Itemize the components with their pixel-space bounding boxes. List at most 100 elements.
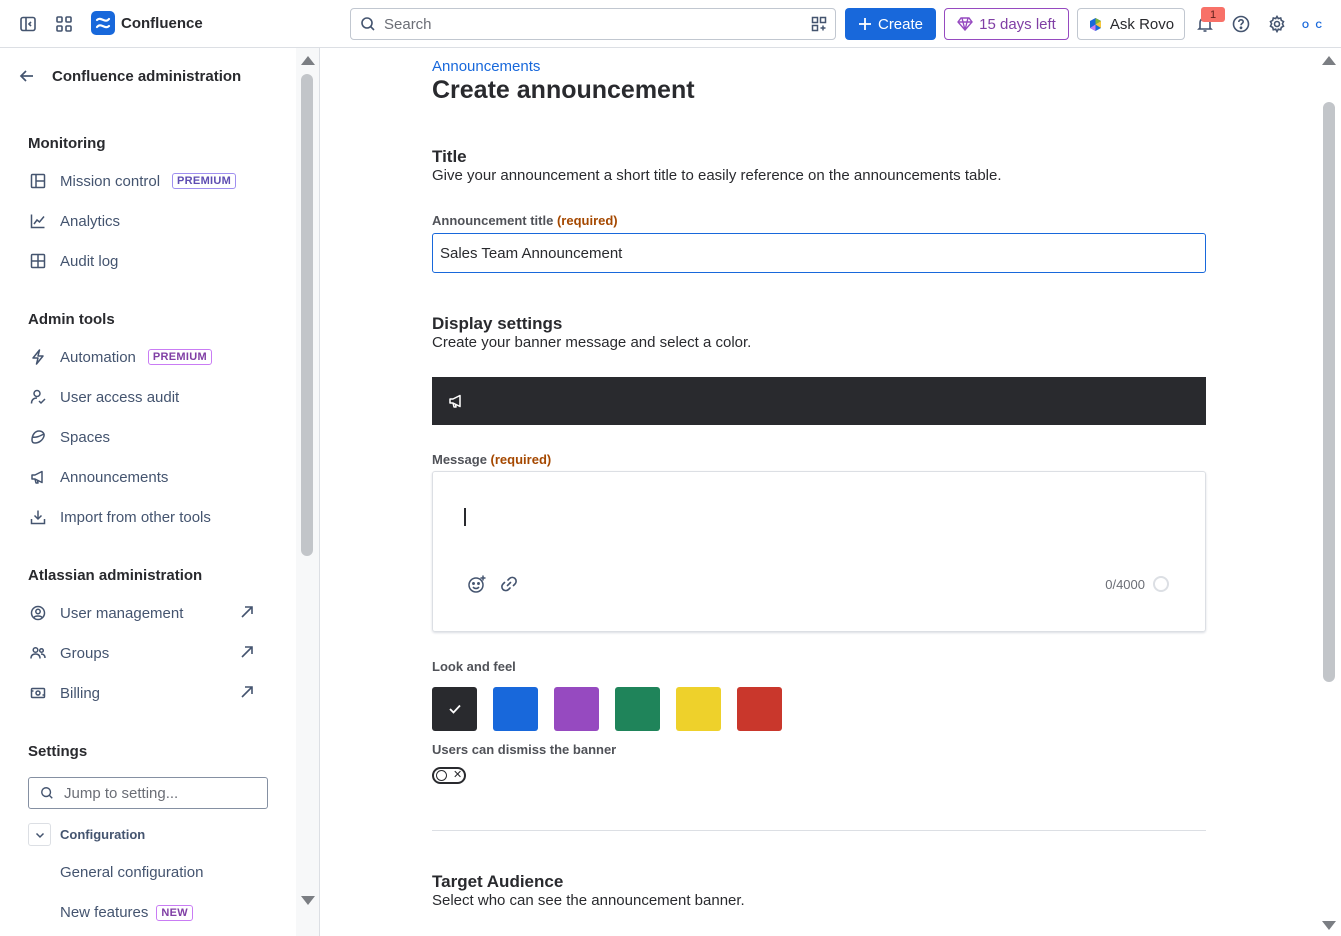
ask-rovo-button[interactable]: Ask Rovo — [1077, 8, 1185, 40]
sidebar-item-new-features[interactable]: New features NEW — [60, 904, 193, 921]
main-scrollbar-thumb[interactable] — [1323, 102, 1335, 682]
sidebar-scrollbar-thumb[interactable] — [301, 74, 313, 556]
counter-text: 0/4000 — [1105, 576, 1145, 592]
megaphone-icon — [28, 467, 48, 487]
close-icon: ✕ — [453, 769, 463, 781]
admin-sidebar: Confluence administration Monitoring Mis… — [0, 48, 320, 936]
sidebar-title: Confluence administration — [52, 67, 242, 85]
gem-icon — [957, 17, 974, 31]
display-settings-description: Create your banner message and select a … — [432, 334, 752, 351]
external-link-icon[interactable] — [240, 685, 254, 699]
target-audience-heading: Target Audience — [432, 872, 564, 891]
link-icon[interactable] — [499, 574, 519, 594]
sidebar-item-mission-control[interactable]: Mission control PREMIUM — [28, 169, 268, 193]
jump-to-setting-input[interactable]: Jump to setting... — [28, 777, 268, 809]
chart-line-icon — [28, 211, 48, 231]
search-icon — [41, 787, 53, 799]
user-circle-icon — [28, 603, 48, 623]
sidebar-item-announcements[interactable]: Announcements — [28, 465, 268, 489]
search-icon — [360, 16, 376, 32]
sidebar-item-label: Spaces — [60, 428, 111, 446]
rovo-icon — [1089, 17, 1101, 31]
scroll-up-arrow-icon[interactable] — [1322, 56, 1336, 65]
chevron-down-icon[interactable] — [28, 823, 51, 846]
display-settings-heading: Display settings — [432, 314, 563, 333]
jump-placeholder: Jump to setting... — [64, 784, 179, 802]
dismiss-banner-toggle[interactable]: ✕ — [432, 767, 466, 784]
text-cursor — [464, 508, 466, 526]
color-swatches — [432, 687, 782, 731]
sidebar-toggle-icon[interactable] — [16, 12, 40, 36]
sidebar-item-automation[interactable]: Automation PREMIUM — [28, 345, 268, 369]
field-label-text: Message — [432, 452, 487, 467]
emoji-icon[interactable] — [467, 574, 487, 594]
breadcrumb[interactable]: Announcements — [432, 58, 540, 75]
new-badge: NEW — [156, 904, 193, 921]
table-grid-icon — [28, 251, 48, 271]
download-icon — [28, 507, 48, 527]
color-swatch-dark[interactable] — [432, 687, 477, 731]
money-icon — [28, 683, 48, 703]
sidebar-item-audit-log[interactable]: Audit log — [28, 249, 268, 273]
search-input[interactable]: Search — [350, 8, 836, 40]
scroll-up-arrow-icon[interactable] — [301, 56, 315, 65]
plus-icon — [858, 18, 871, 30]
sidebar-item-user-access-audit[interactable]: User access audit — [28, 385, 268, 409]
announcement-title-label: Announcement title (required) — [432, 213, 618, 228]
sidebar-item-label: Analytics — [60, 212, 121, 230]
sidebar-item-label: Automation — [60, 348, 136, 366]
sidebar-item-label: Audit log — [60, 252, 119, 270]
sidebar-item-import[interactable]: Import from other tools — [28, 505, 268, 529]
back-arrow-icon[interactable] — [18, 67, 36, 85]
banner-preview — [432, 377, 1206, 425]
sidebar-item-general-configuration[interactable]: General configuration — [60, 864, 203, 881]
color-swatch-purple[interactable] — [554, 687, 599, 731]
app-switcher-icon[interactable] — [52, 12, 76, 36]
section-atlassian-admin: Atlassian administration — [28, 567, 203, 584]
external-link-icon[interactable] — [240, 645, 254, 659]
sidebar-item-label: Import from other tools — [60, 508, 211, 526]
help-icon[interactable] — [1229, 12, 1253, 36]
megaphone-icon — [449, 394, 461, 408]
search-placeholder: Search — [384, 15, 432, 33]
person-check-icon — [28, 387, 48, 407]
scroll-down-arrow-icon[interactable] — [301, 896, 315, 905]
color-swatch-yellow[interactable] — [676, 687, 721, 731]
section-monitoring: Monitoring — [28, 135, 106, 152]
scroll-down-arrow-icon[interactable] — [1322, 921, 1336, 930]
required-indicator: (required) — [556, 213, 618, 228]
configuration-label: Configuration — [60, 827, 146, 842]
sidebar-item-groups[interactable]: Groups — [28, 641, 268, 665]
sidebar-item-label: Groups — [60, 644, 110, 662]
top-navigation-bar: Confluence Search Create 15 days left As… — [0, 0, 1341, 48]
sidebar-item-label: Announcements — [60, 468, 169, 486]
create-button[interactable]: Create — [845, 8, 936, 40]
field-label-text: Announcement title — [432, 213, 554, 228]
notification-count-badge: 1 — [1201, 7, 1225, 22]
message-label: Message (required) — [432, 452, 551, 467]
trial-label: 15 days left — [979, 15, 1056, 33]
sidebar-item-analytics[interactable]: Analytics — [28, 209, 268, 233]
toggle-knob — [436, 770, 447, 781]
premium-badge: PREMIUM — [172, 173, 237, 189]
lightning-icon — [28, 347, 48, 367]
external-link-icon[interactable] — [240, 605, 254, 619]
qr-code-icon[interactable] — [811, 16, 827, 32]
sidebar-item-billing[interactable]: Billing — [28, 681, 268, 705]
color-swatch-green[interactable] — [615, 687, 660, 731]
section-admin-tools: Admin tools — [28, 311, 115, 328]
sidebar-item-user-management[interactable]: User management — [28, 601, 268, 625]
color-swatch-blue[interactable] — [493, 687, 538, 731]
color-swatch-red[interactable] — [737, 687, 782, 731]
title-section-heading: Title — [432, 147, 467, 166]
confluence-logo[interactable]: Confluence — [91, 11, 203, 35]
target-audience-description: Select who can see the announcement bann… — [432, 892, 745, 909]
settings-gear-icon[interactable] — [1265, 12, 1289, 36]
user-avatar[interactable]: O C — [1300, 12, 1326, 38]
trial-button[interactable]: 15 days left — [944, 8, 1069, 40]
message-editor[interactable]: 0/4000 — [432, 471, 1206, 632]
announcement-title-input[interactable]: Sales Team Announcement — [432, 233, 1206, 273]
sidebar-item-spaces[interactable]: Spaces — [28, 425, 268, 449]
sidebar-item-label: New features — [60, 904, 149, 921]
configuration-group[interactable]: Configuration — [28, 823, 145, 846]
